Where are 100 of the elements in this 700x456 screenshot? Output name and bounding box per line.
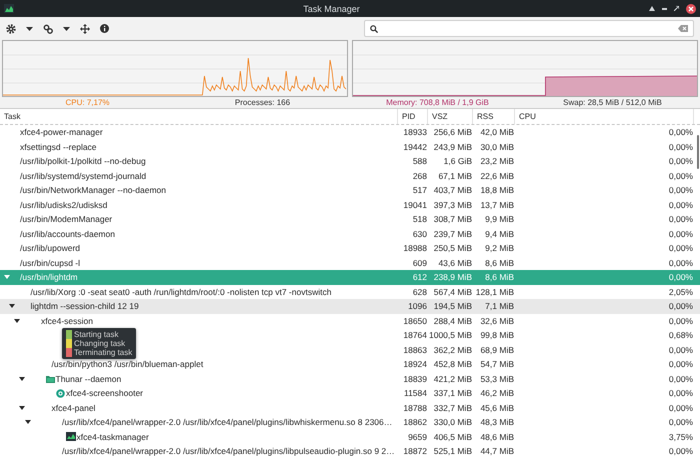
expander-arrow-icon[interactable] <box>19 404 26 411</box>
task-name: /usr/lib/udisks2/udisksd <box>20 200 108 210</box>
vsz-cell-text: 330,0 MiB <box>432 417 473 428</box>
rss-cell-text: 45,6 MiB <box>479 402 515 413</box>
pid-cell-text: 18862 <box>402 417 428 428</box>
vsz-cell-text: 397,3 MiB <box>432 200 473 210</box>
vsz-cell-text: 43,6 MiB <box>437 258 473 268</box>
cpu-cell-text: 0,00% <box>668 185 694 196</box>
vsz-cell-text: 243,9 MiB <box>432 142 473 152</box>
rss-cell-text: 54,7 MiB <box>479 359 515 370</box>
expander-arrow-icon[interactable] <box>8 303 15 310</box>
pid-cell-text: 18924 <box>402 359 428 370</box>
gears-menu-button[interactable] <box>63 26 70 30</box>
task-name: /usr/lib/accounts-daemon <box>20 228 115 239</box>
window-title: Task Manager <box>302 4 361 14</box>
pid-cell-text: 18872 <box>402 446 428 456</box>
task-name: /usr/lib/xfce4/panel/wrapper-2.0 /usr/lib/xfce4/panel/plugins/libwhiskermenu.so 8 2306… <box>62 417 392 428</box>
column-header[interactable]: PID <box>398 109 428 124</box>
cpu-cell-text: 0,00% <box>668 402 694 413</box>
expander-arrow-icon[interactable] <box>19 376 26 382</box>
caret-icon <box>26 26 33 30</box>
rss-cell-text: 9,9 MiB <box>484 214 515 224</box>
rss-cell-text: 23,2 MiB <box>479 156 515 166</box>
caret-icon <box>63 26 70 30</box>
rss-cell-text: 46,2 MiB <box>479 388 515 398</box>
rss-cell-text: 18,8 MiB <box>479 185 515 196</box>
rss-cell-text: 30,0 MiB <box>479 142 515 152</box>
pid-cell-text: 1096 <box>407 301 428 312</box>
cpu-cell-text: 0,00% <box>668 127 694 138</box>
cpu-cell-text: 0,00% <box>668 316 694 326</box>
rss-cell-text: 53,3 MiB <box>479 374 515 384</box>
close-icon[interactable] <box>686 4 696 14</box>
scrollbar-thumb[interactable] <box>697 135 699 169</box>
column-header[interactable]: VSZ <box>428 109 473 124</box>
pid-cell-text: 630 <box>412 228 428 239</box>
minimize-icon[interactable] <box>662 8 667 10</box>
legend-label: Changing task <box>74 339 126 348</box>
column-header[interactable]: Task <box>0 109 398 124</box>
rss-cell-text: 13,7 MiB <box>479 200 515 210</box>
expander-arrow-icon[interactable] <box>14 318 20 324</box>
rss-cell-text: 32,6 MiB <box>479 316 515 326</box>
move-icon <box>80 24 90 34</box>
cpu-cell-text: 3,75% <box>668 432 694 442</box>
rss-cell-text: 22,6 MiB <box>479 170 515 181</box>
vsz-cell-text: 337,1 MiB <box>432 388 473 398</box>
rss-cell-text: 8,6 MiB <box>484 258 515 268</box>
cpu-cell-text: 0,00% <box>668 156 694 166</box>
vsz-cell-text: 288,4 MiB <box>432 316 473 326</box>
task-name: Thunar --daemon <box>56 374 122 384</box>
info-icon <box>100 24 109 33</box>
processes-summary: Processes: 166 <box>234 98 292 107</box>
pid-cell-text: 628 <box>412 286 428 297</box>
pid-cell-text: 19442 <box>402 142 428 152</box>
up-arrow-icon[interactable] <box>649 6 655 11</box>
rss-cell-text: 42,0 MiB <box>479 127 515 138</box>
cpu-summary: CPU: 7,17% <box>64 98 111 107</box>
pid-cell-text: 18650 <box>402 316 428 326</box>
rss-cell-text: 48,3 MiB <box>479 417 515 428</box>
clear-icon[interactable] <box>678 25 688 32</box>
task-name: /usr/bin/NetworkManager --no-daemon <box>20 185 166 196</box>
vsz-cell-text: 250,5 MiB <box>432 243 473 254</box>
vsz-cell-text: 256,6 MiB <box>432 127 473 138</box>
cpu-cell-text: 0,00% <box>668 228 694 239</box>
maximize-icon[interactable] <box>674 6 679 11</box>
move-button[interactable] <box>80 24 90 34</box>
vsz-cell-text: 525,1 MiB <box>432 446 473 456</box>
pid-cell-text: 18988 <box>402 243 428 254</box>
camera-icon <box>56 388 65 398</box>
gears-button[interactable] <box>43 24 53 34</box>
pid-cell-text: 9659 <box>407 432 428 442</box>
app-icon <box>4 4 14 13</box>
vsz-cell-text: 452,8 MiB <box>432 359 473 370</box>
cpu-cell-text: 0,00% <box>668 417 694 428</box>
task-name: /usr/bin/ModemManager <box>20 214 112 224</box>
pid-cell-text: 518 <box>412 214 428 224</box>
rss-cell-text: 7,1 MiB <box>484 301 515 312</box>
task-name: /usr/bin/python3 /usr/bin/blueman-applet <box>52 359 204 370</box>
task-name: xfce4-session <box>41 316 93 326</box>
pid-cell-text: 18788 <box>402 402 428 413</box>
cpu-cell-text: 2,05% <box>668 286 694 297</box>
pid-cell-text: 18839 <box>402 374 428 384</box>
column-header[interactable]: RSS <box>473 109 515 124</box>
cpu-cell-text: 0,00% <box>668 344 694 355</box>
task-name: /usr/lib/polkit-1/polkitd --no-debug <box>20 156 146 166</box>
pid-cell-text: 18863 <box>402 344 428 355</box>
settings-menu-button[interactable] <box>26 26 33 30</box>
expander-arrow-icon[interactable] <box>24 419 30 426</box>
column-header[interactable]: CPU <box>515 109 694 124</box>
cpu-cell-text: 0,00% <box>668 446 694 456</box>
vsz-cell-text: 403,7 MiB <box>432 185 473 196</box>
rss-cell-text: 44,7 MiB <box>479 446 515 456</box>
process-row[interactable]: lightdm --session-child 12 19 1096 194,5 MiB 7,1 MiB 0,00% <box>0 299 700 314</box>
task-name: xfce4-power-manager <box>20 127 103 138</box>
info-button[interactable] <box>100 24 109 33</box>
vsz-cell-text: 362,2 MiB <box>432 344 473 355</box>
search-field[interactable] <box>364 20 694 37</box>
pid-cell-text: 19041 <box>402 200 428 210</box>
vsz-cell-text: 239,7 MiB <box>432 228 473 239</box>
settings-button[interactable] <box>6 24 16 34</box>
pid-cell-text: 18933 <box>402 127 428 138</box>
